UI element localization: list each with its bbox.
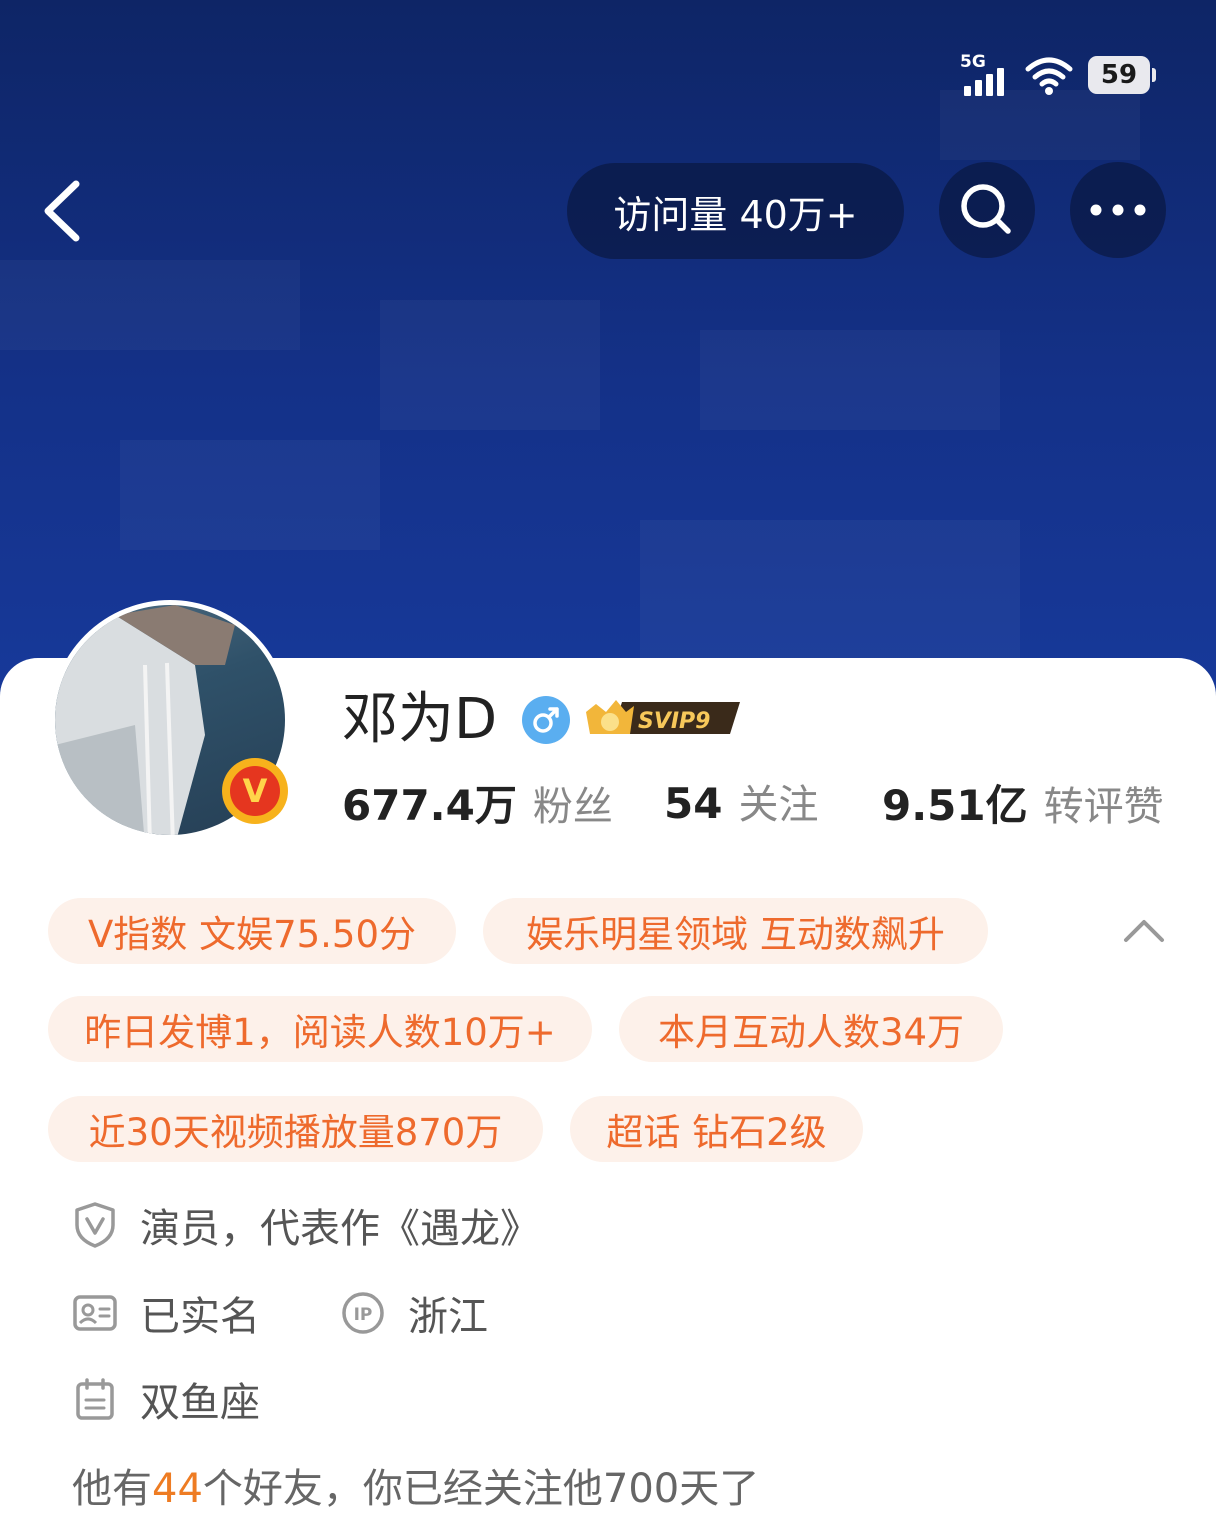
collapse-tags-button[interactable]	[1118, 904, 1170, 956]
stat-value: 677.4万	[342, 781, 517, 830]
tag-video-plays[interactable]: 近30天视频播放量870万	[48, 1096, 543, 1162]
real-name-info: 已实名	[72, 1284, 260, 1342]
tag-yesterday-posts[interactable]: 昨日发博1，阅读人数10万+	[48, 996, 592, 1062]
zodiac-text: 双鱼座	[140, 1380, 260, 1426]
ip-icon-text: IP	[354, 1305, 373, 1325]
friends-summary[interactable]: 他有44个好友，你已经关注他700天了	[72, 1456, 759, 1514]
male-icon	[522, 696, 570, 744]
more-button[interactable]	[1070, 162, 1166, 258]
calendar-icon	[72, 1376, 118, 1422]
tag-label: 超话 钻石2级	[606, 1111, 827, 1154]
chevron-up-icon	[1124, 920, 1164, 942]
battery-level: 59	[1100, 60, 1138, 90]
tag-label: 昨日发博1，阅读人数10万+	[84, 1011, 556, 1054]
visits-pill[interactable]: 访问量 40万+	[567, 163, 904, 259]
tag-label: 娱乐明星领域 互动数飙升	[526, 913, 945, 956]
wifi-icon	[1025, 57, 1073, 95]
profile-cover	[0, 0, 1216, 700]
shield-v-icon	[72, 1202, 118, 1248]
ip-location-info: IP 浙江	[340, 1284, 488, 1342]
ip-location-text: 浙江	[408, 1294, 488, 1340]
network-type: 5G	[960, 52, 986, 72]
crown-icon: SVIP9	[586, 700, 740, 734]
verified-badge-letter: V	[230, 766, 280, 816]
tag-monthly-interactions[interactable]: 本月互动人数34万	[619, 996, 1003, 1062]
search-icon	[961, 184, 1011, 234]
profile-name: 邓为D	[342, 687, 498, 752]
tag-supertopic-level[interactable]: 超话 钻石2级	[570, 1096, 863, 1162]
status-bar: 5G 59	[960, 52, 1156, 98]
search-button[interactable]	[939, 162, 1035, 258]
more-dots-icon	[1090, 204, 1146, 216]
tag-label: 近30天视频播放量870万	[88, 1111, 503, 1154]
back-button[interactable]	[36, 176, 92, 246]
friends-prefix: 他有	[72, 1466, 152, 1512]
friends-count: 44	[152, 1466, 203, 1512]
tag-label: V指数 文娱75.50分	[88, 913, 416, 956]
cellular-signal-icon: 5G	[960, 52, 1010, 98]
stat-value: 9.51亿	[882, 781, 1028, 830]
svip-label: SVIP9	[638, 709, 711, 734]
stat-label: 转评赞	[1043, 784, 1164, 830]
verification-info: 演员，代表作《遇龙》	[72, 1196, 540, 1254]
tag-domain-trend[interactable]: 娱乐明星领域 互动数飙升	[483, 898, 988, 964]
cover-pattern	[120, 440, 380, 550]
real-name-text: 已实名	[140, 1294, 260, 1340]
stat-label: 粉丝	[532, 784, 613, 830]
id-card-icon	[72, 1290, 118, 1336]
visits-label: 访问量 40万+	[613, 192, 858, 237]
ip-icon: IP	[340, 1290, 386, 1336]
tag-v-index[interactable]: V指数 文娱75.50分	[48, 898, 456, 964]
cover-pattern	[940, 90, 1140, 160]
stat-interactions[interactable]: 9.51亿 转评赞	[882, 772, 1164, 832]
stat-label: 关注	[738, 782, 819, 828]
svip-badge[interactable]: SVIP9	[582, 694, 744, 740]
zodiac-info: 双鱼座	[72, 1370, 260, 1428]
stat-value: 54	[664, 779, 723, 828]
tag-label: 本月互动人数34万	[657, 1011, 965, 1054]
chevron-left-icon	[44, 180, 80, 242]
cover-pattern	[640, 520, 1020, 660]
verified-badge[interactable]: V	[222, 758, 288, 824]
friends-suffix: 个好友，你已经关注他700天了	[202, 1466, 760, 1512]
cover-pattern	[700, 330, 1000, 430]
cover-pattern	[0, 260, 300, 350]
stat-fans[interactable]: 677.4万 粉丝	[342, 772, 613, 832]
verification-text: 演员，代表作《遇龙》	[140, 1206, 540, 1252]
cover-pattern	[380, 300, 600, 430]
battery-icon: 59	[1088, 56, 1156, 94]
stat-following[interactable]: 54 关注	[664, 772, 818, 832]
